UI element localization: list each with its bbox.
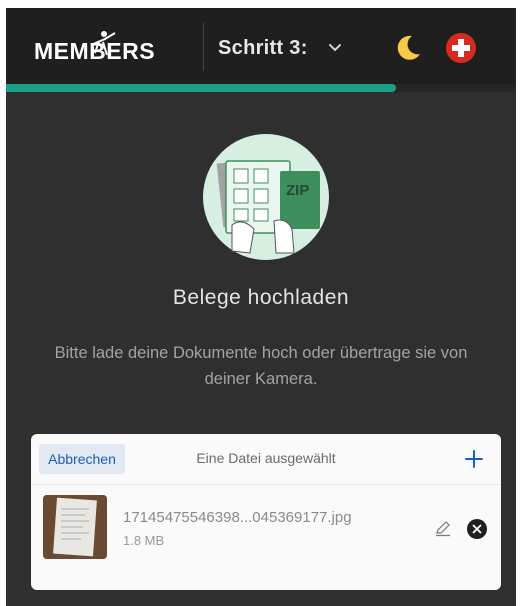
step-dropdown[interactable]: Schritt 3: (218, 34, 342, 62)
top-bar: MEMBERS Schritt 3: (6, 8, 516, 84)
swiss-flag-icon[interactable] (445, 32, 477, 64)
logo-figure-icon (90, 31, 116, 56)
zip-label: ZIP (286, 182, 309, 199)
header-divider (203, 23, 204, 71)
cancel-button[interactable]: Abbrechen (39, 444, 125, 474)
file-name: 17145475546398...045369177.jpg (123, 509, 352, 526)
page-description: Bitte lade deine Dokumente hoch oder übe… (54, 344, 468, 388)
file-size: 1.8 MB (123, 533, 165, 548)
file-uploader: Eine Datei ausgewählt Abbrechen 17145475… (31, 434, 501, 590)
plus-icon[interactable] (463, 448, 485, 470)
chevron-down-icon (328, 43, 342, 53)
app-frame: MEMBERS Schritt 3: ZIP Belege hochladen … (6, 8, 516, 606)
step-label: Schritt 3: (218, 36, 308, 59)
members-logo[interactable]: MEMBERS (34, 31, 155, 71)
close-circle-icon[interactable] (467, 519, 487, 539)
file-thumbnail (43, 495, 107, 559)
documents-illustration: ZIP (202, 133, 330, 261)
file-item: 17145475546398...045369177.jpg 1.8 MB (31, 485, 501, 590)
uploader-header: Eine Datei ausgewählt Abbrechen (31, 434, 501, 485)
progress-bar-fill (6, 84, 397, 92)
pencil-icon[interactable] (434, 519, 452, 537)
moon-icon[interactable] (392, 32, 424, 64)
page-title: Belege hochladen (172, 286, 350, 309)
